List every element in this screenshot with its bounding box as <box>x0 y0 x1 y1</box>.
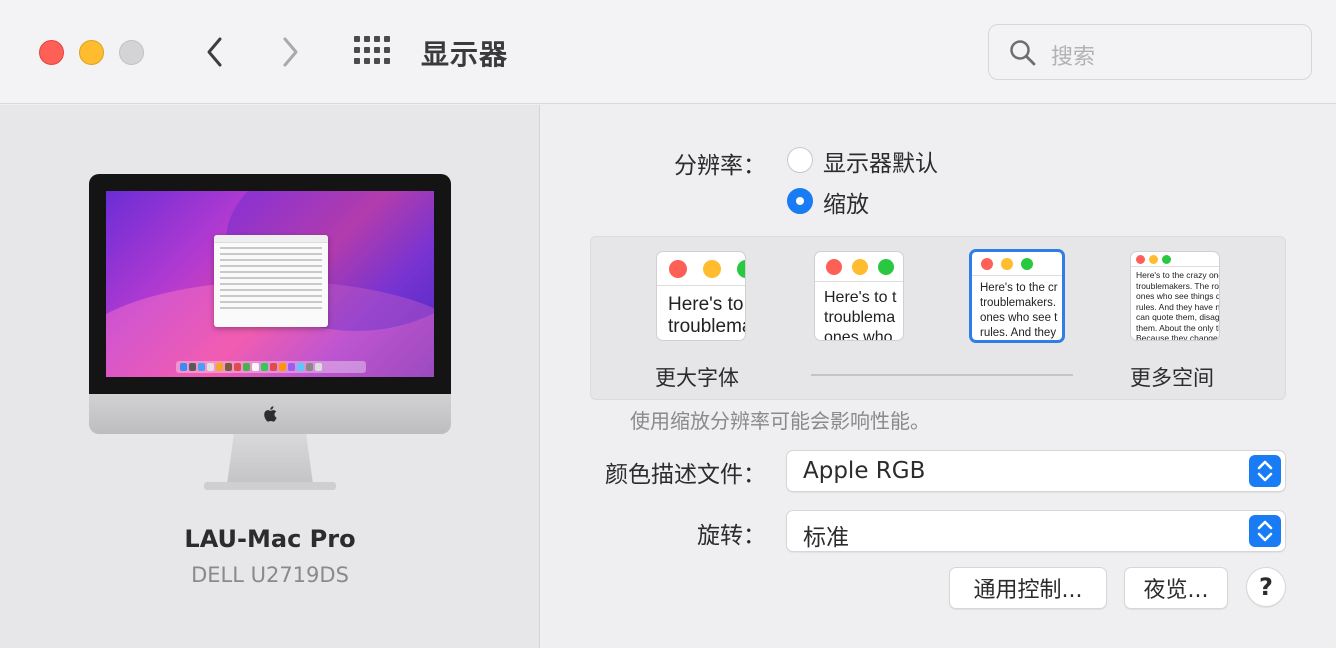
scale-preview-text: troublema <box>668 316 746 337</box>
resolution-label: 分辨率： <box>674 153 766 179</box>
scaled-resolution-picker: Here's to t troublema Here's to t troubl… <box>590 236 1286 400</box>
grid-icon <box>354 36 360 42</box>
display-info-pane: LAU-Mac Pro DELL U2719DS <box>0 105 540 648</box>
search-field[interactable]: 搜索 <box>988 24 1312 80</box>
resolution-default-label[interactable]: 显示器默认 <box>823 144 938 178</box>
scaled-resolution-hint: 使用缩放分辨率可能会影响性能。 <box>630 409 930 433</box>
scale-preview-text: troublemakers. The rou <box>1136 280 1220 291</box>
scale-preview-text: Here's to the cr <box>980 282 1058 294</box>
scale-preview-text: troublemakers. <box>980 297 1057 309</box>
screen-mini-window <box>214 235 328 327</box>
imac-stand <box>227 434 313 484</box>
scale-larger-text-label: 更大字体 <box>655 366 739 390</box>
color-profile-value: Apple RGB <box>803 458 926 484</box>
rotation-label: 旋转： <box>697 523 766 549</box>
scale-preview-text: troublema <box>824 309 896 326</box>
rotation-value: 标准 <box>803 525 849 551</box>
display-settings-pane: 分辨率： 显示器默认 缩放 Here's to t troublema Here… <box>541 105 1336 648</box>
minimize-window-button[interactable] <box>79 40 104 65</box>
scale-option-more-space[interactable]: Here's to the crazy ones troublemakers. … <box>1130 251 1220 341</box>
device-name: LAU-Mac Pro <box>184 525 356 553</box>
imac-foot <box>204 482 336 490</box>
search-placeholder: 搜索 <box>1051 45 1096 70</box>
scale-option-larger-text[interactable]: Here's to t troublema <box>656 251 746 341</box>
night-shift-button[interactable]: 夜览... <box>1124 567 1228 609</box>
window-title: 显示器 <box>421 38 509 71</box>
scale-track <box>811 374 1073 376</box>
rotation-select[interactable]: 标准 <box>786 510 1286 552</box>
display-image <box>89 174 451 494</box>
chevron-left-icon <box>207 37 222 67</box>
scale-preview-text: Here's to t <box>668 294 746 315</box>
scale-more-space-label: 更多空间 <box>1130 366 1214 390</box>
title-bar: 显示器 搜索 <box>0 0 1336 104</box>
imac-screen <box>106 191 434 377</box>
up-down-chevron-icon <box>1249 515 1281 547</box>
resolution-scaled-radio[interactable] <box>787 188 813 214</box>
scale-preview-text: them. About the only th <box>1136 322 1220 333</box>
apple-logo-icon <box>264 406 277 422</box>
scale-option-medium[interactable]: Here's to t troublema ones who <box>814 251 904 341</box>
back-button[interactable] <box>195 30 235 74</box>
scale-preview-text: Here's to the crazy ones <box>1136 270 1220 280</box>
screen-dock <box>176 361 366 373</box>
help-button[interactable]: ? <box>1246 567 1286 607</box>
scale-preview-text: ones who <box>824 329 893 341</box>
close-window-button[interactable] <box>39 40 64 65</box>
up-down-chevron-icon <box>1249 455 1281 487</box>
resolution-scaled-label[interactable]: 缩放 <box>823 185 869 219</box>
show-all-grid-button[interactable] <box>352 34 392 70</box>
forward-button[interactable] <box>270 30 310 74</box>
scale-preview-text: ones who see things diff <box>1136 291 1220 301</box>
scale-preview-text: rules. And they <box>980 327 1057 339</box>
resolution-default-radio[interactable] <box>787 147 813 173</box>
zoom-window-button[interactable] <box>119 40 144 65</box>
imac-bezel <box>89 174 451 394</box>
device-model: DELL U2719DS <box>191 563 349 587</box>
scale-preview-text: Because they change th <box>1136 333 1220 341</box>
color-profile-select[interactable]: Apple RGB <box>786 450 1286 492</box>
universal-control-button[interactable]: 通用控制... <box>949 567 1107 609</box>
search-icon <box>1010 40 1036 66</box>
scale-preview-text: can quote them, disagre <box>1136 312 1220 322</box>
display-preferences-window: 显示器 搜索 LAU-Mac Pro DELL U2719DS 分辨率： 显示器… <box>0 0 1336 648</box>
chevron-right-icon <box>283 37 298 67</box>
scale-option-default-selected[interactable]: Here's to the cr troublemakers. ones who… <box>969 249 1065 343</box>
color-profile-label: 颜色描述文件： <box>605 462 766 488</box>
scale-preview-text: Here's to t <box>824 289 897 306</box>
scale-preview-text: ones who see t <box>980 312 1058 324</box>
scale-preview-text: rules. And they have no <box>1136 301 1220 312</box>
